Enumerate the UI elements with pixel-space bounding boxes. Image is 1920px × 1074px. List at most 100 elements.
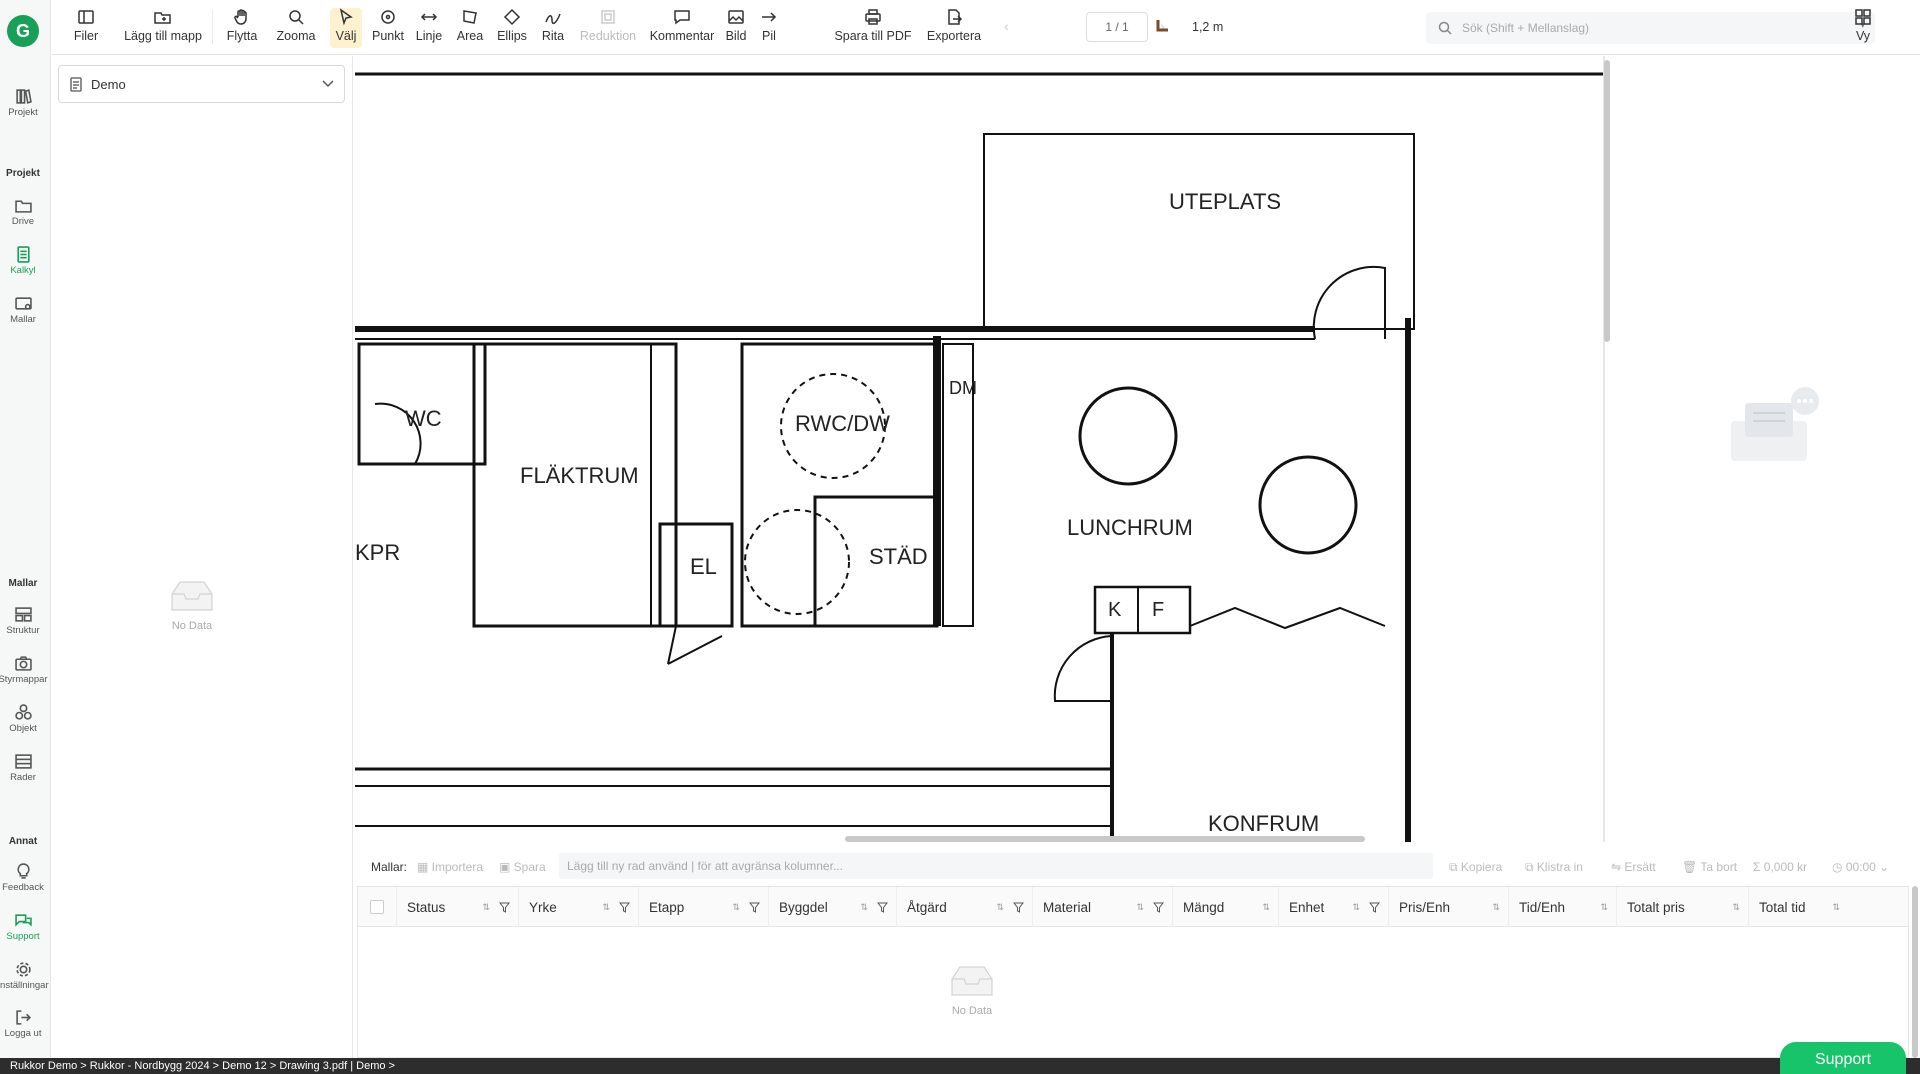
books-icon [15,89,32,104]
zooma-button[interactable]: Zooma [270,8,322,48]
kommentar-button[interactable]: Kommentar [648,8,716,48]
ersatt-button[interactable]: ⇋ Ersätt [1611,860,1656,874]
spara-button[interactable]: ▣ Spara [499,860,546,874]
drawing-canvas[interactable]: UTEPLATS WC FLÄKTRUM RWC/DW DM LUNCHRUM … [355,56,1605,842]
filer-button[interactable]: Filer [70,8,102,48]
new-row-input[interactable]: Lägg till ny rad använd | för att avgrän… [559,853,1433,879]
column-header[interactable]: Total tid ⇅ [1748,887,1848,927]
template-icon [14,297,32,310]
filter-icon[interactable] [877,902,888,913]
column-header[interactable]: Material ⇅ [1032,887,1172,927]
linje-button[interactable]: Linje [412,8,446,48]
nav-drive[interactable]: Drive [0,197,46,227]
breadcrumb-status-bar: Rukkor Demo > Rukkor - Nordbygg 2024 > D… [0,1058,1920,1074]
nav-logout[interactable]: Logga ut [0,1009,46,1039]
importera-button[interactable]: ▦ Importera [417,860,483,874]
reduction-icon [601,10,615,24]
column-header[interactable]: Totalt pris ⇅ [1616,887,1748,927]
sort-icon[interactable]: ⇅ [602,902,610,913]
room-lunchrum: LUNCHRUM [1067,515,1193,540]
sort-icon[interactable]: ⇅ [1492,902,1500,913]
kopiera-button[interactable]: ⧉ Kopiera [1449,860,1502,875]
nav-styrmappar[interactable]: Styrmappar [0,655,48,685]
page-indicator[interactable]: 1 / 1 [1086,12,1148,42]
nav-rader[interactable]: Rader [0,753,46,783]
support-button[interactable]: Support [1780,1042,1906,1074]
sort-icon[interactable]: ⇅ [482,902,490,913]
punkt-button[interactable]: Punkt [370,8,406,48]
filter-icon[interactable] [749,902,760,913]
rita-button[interactable]: Rita [538,8,568,48]
nav-projekt[interactable]: Projekt [0,88,46,118]
ellips-button[interactable]: Ellips [494,8,530,48]
sort-icon[interactable]: ⇅ [1600,902,1608,913]
sum-time[interactable]: ◷ 00:00 ⌄ [1832,860,1889,874]
column-header[interactable]: Tid/Enh ⇅ [1508,887,1616,927]
prev-page-icon[interactable]: ‹ [1004,18,1009,34]
add-folder-label: Lägg till mapp [124,29,202,43]
sort-icon[interactable]: ⇅ [1262,902,1270,913]
flytta-label: Flytta [226,29,258,43]
cursor-icon [339,8,353,26]
room-wc: WC [405,406,442,431]
chevron-down-icon [322,80,334,88]
valj-button[interactable]: Välj [330,8,362,48]
room-f: F [1152,599,1164,621]
app-logo[interactable]: G [7,15,39,47]
chat-icon [14,914,32,927]
sort-icon[interactable]: ⇅ [996,902,1004,913]
ellips-label: Ellips [497,29,527,43]
column-header[interactable]: Status ⇅ [396,887,518,927]
column-header[interactable]: Yrke ⇅ [518,887,638,927]
pil-button[interactable]: Pil [758,8,780,48]
exportera-button[interactable]: Exportera [924,8,984,48]
canvas-horizontal-scrollbar[interactable] [845,836,1365,842]
add-folder-button[interactable]: Lägg till mapp [118,8,208,48]
sort-icon[interactable]: ⇅ [860,902,868,913]
area-button[interactable]: Area [454,8,486,48]
column-header-label: Mängd [1183,899,1225,915]
nav-feedback[interactable]: Feedback [0,863,46,893]
column-header[interactable]: Pris/Enh ⇅ [1388,887,1508,927]
sort-icon[interactable]: ⇅ [1352,902,1360,913]
select-all-checkbox[interactable] [358,887,396,927]
spara-pdf-button[interactable]: Spara till PDF [830,8,916,48]
filter-icon[interactable] [619,902,630,913]
folder-select[interactable]: Demo [58,65,345,103]
vy-button[interactable]: Vy [1848,8,1878,48]
table-vertical-scrollbar[interactable] [1912,886,1918,1058]
nav-objekt[interactable]: Objekt [0,704,46,734]
room-uteplats: UTEPLATS [1169,189,1281,214]
nav-installningar[interactable]: Inställningar [0,961,49,991]
sort-icon[interactable]: ⇅ [1732,902,1740,913]
nav-support[interactable]: Support [0,912,46,942]
canvas-vertical-scrollbar[interactable] [1604,60,1610,342]
nav-mallar[interactable]: Mallar [0,295,46,325]
klistra-in-button[interactable]: ⧉ Klistra in [1525,860,1583,875]
column-header-label: Enhet [1289,899,1325,915]
sort-icon[interactable]: ⇅ [1832,902,1840,913]
bild-label: Bild [725,29,747,43]
flytta-button[interactable]: Flytta [222,8,262,48]
bild-button[interactable]: Bild [724,8,748,48]
filter-icon[interactable] [1013,902,1024,913]
nav-kalkyl[interactable]: Kalkyl [0,246,46,276]
sort-icon[interactable]: ⇅ [1136,902,1144,913]
column-header[interactable]: Mängd ⇅ [1172,887,1278,927]
kopiera-label: Kopiera [1460,860,1503,874]
filter-icon[interactable] [499,902,510,913]
nav-styrmappar-label: Styrmappar [0,674,48,685]
column-header[interactable]: Åtgärd ⇅ [896,887,1032,927]
column-header[interactable]: Etapp ⇅ [638,887,768,927]
search-input[interactable]: Sök (Shift + Mellanslag) ▾ [1426,12,1875,44]
column-header[interactable]: Byggdel ⇅ [768,887,896,927]
filter-icon[interactable] [1153,902,1164,913]
sort-icon[interactable]: ⇅ [732,902,740,913]
column-header[interactable]: Enhet ⇅ [1278,887,1388,927]
reduktion-button[interactable]: Reduktion [578,8,638,48]
estimate-action-bar: Mallar: ▦ Importera ▣ Spara Lägg till ny… [355,850,1920,884]
filter-icon[interactable] [1369,902,1380,913]
nav-struktur[interactable]: Struktur [0,606,46,636]
gear-icon [15,962,31,977]
ta-bort-button[interactable]: 🗑 Ta bort [1682,860,1737,874]
